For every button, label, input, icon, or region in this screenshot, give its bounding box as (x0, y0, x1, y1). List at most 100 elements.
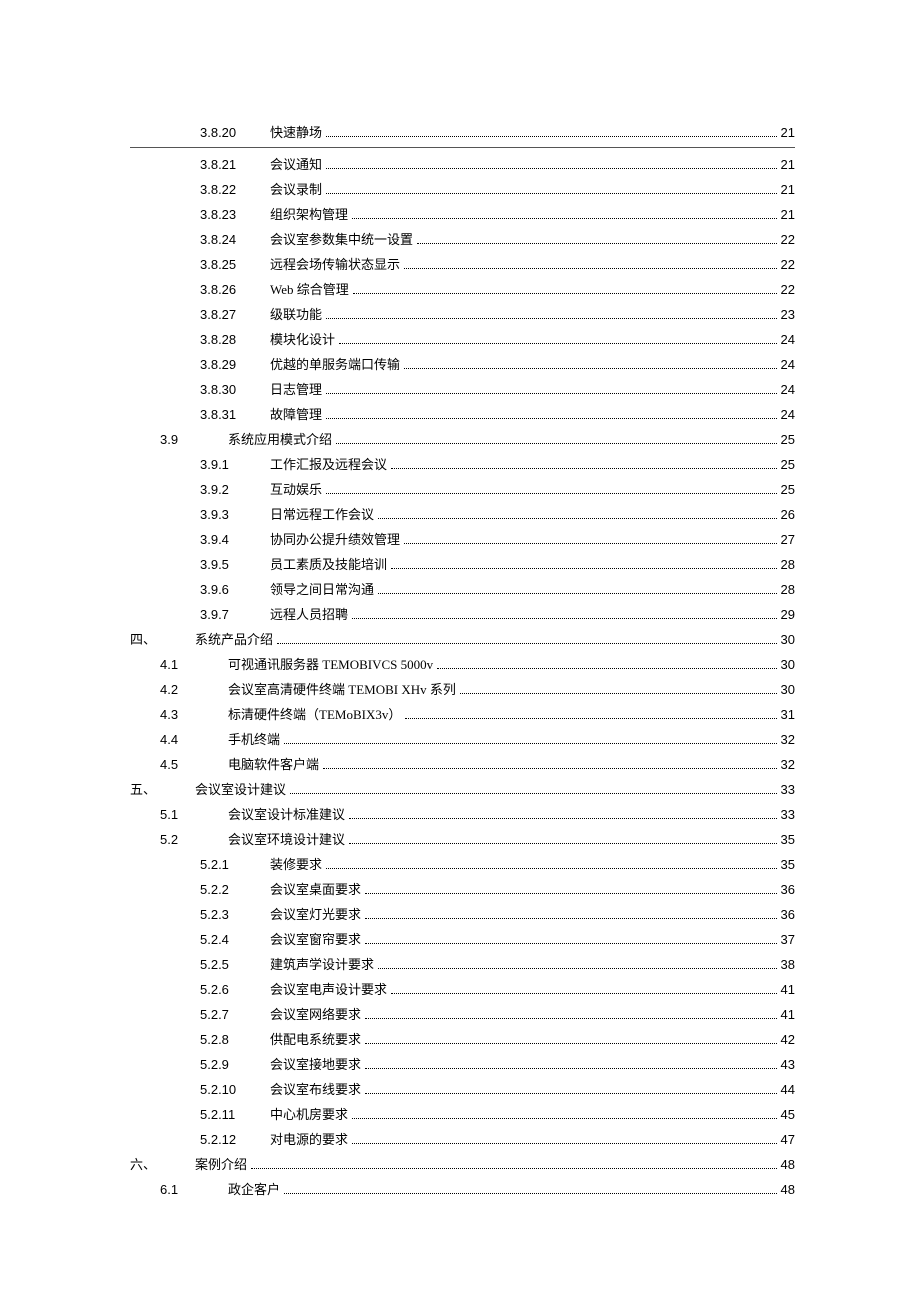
toc-entry-title: 建筑声学设计要求 (270, 952, 374, 977)
toc-entry-title: 对电源的要求 (270, 1127, 348, 1152)
toc-entry-number: 5.2.7 (200, 1002, 270, 1027)
toc-dot-leader (353, 284, 777, 294)
toc-entry-number: 3.8.31 (200, 402, 270, 427)
toc-entry[interactable]: 5.2.9会议室接地要求43 (130, 1052, 795, 1077)
toc-entry-number: 3.8.21 (200, 152, 270, 177)
toc-entry-number: 六、 (130, 1152, 195, 1177)
toc-entry[interactable]: 5.2.2会议室桌面要求36 (130, 877, 795, 902)
toc-dot-leader (251, 1159, 777, 1169)
toc-entry[interactable]: 5.2.6会议室电声设计要求41 (130, 977, 795, 1002)
toc-entry[interactable]: 4.1可视通讯服务器 TEMOBIVCS 5000v30 (130, 652, 795, 677)
toc-entry-page: 33 (781, 802, 795, 827)
toc-entry[interactable]: 3.9.1工作汇报及远程会议25 (130, 452, 795, 477)
toc-entry[interactable]: 3.8.27级联功能23 (130, 302, 795, 327)
toc-entry-title: 会议录制 (270, 177, 322, 202)
toc-entry[interactable]: 5.2.4会议室窗帘要求 37 (130, 927, 795, 952)
toc-entry[interactable]: 5.2.11中心机房要求45 (130, 1102, 795, 1127)
toc-entry[interactable]: 3.8.24会议室参数集中统一设置22 (130, 227, 795, 252)
toc-dot-leader (404, 259, 777, 269)
toc-entry-page: 30 (781, 652, 795, 677)
toc-entry-title: 会议室网络要求 (270, 1002, 361, 1027)
toc-entry-number: 4.2 (160, 677, 228, 702)
toc-entry[interactable]: 5.2.8供配电系统要求 42 (130, 1027, 795, 1052)
toc-entry-number: 5.2.8 (200, 1027, 270, 1052)
toc-entry-page: 31 (781, 702, 795, 727)
toc-dot-leader (352, 1134, 777, 1144)
toc-entry[interactable]: 5.2.7会议室网络要求41 (130, 1002, 795, 1027)
toc-entry[interactable]: 3.9系统应用模式介绍25 (130, 427, 795, 452)
toc-dot-leader (323, 759, 777, 769)
toc-entry-page: 35 (781, 827, 795, 852)
toc-entry[interactable]: 3.9.5员工素质及技能培训28 (130, 552, 795, 577)
toc-entry-page: 33 (781, 777, 795, 802)
toc-entry-number: 5.2.6 (200, 977, 270, 1002)
toc-entry-page: 22 (781, 252, 795, 277)
toc-entry[interactable]: 5.2会议室环境设计建议35 (130, 827, 795, 852)
toc-entry-number: 3.9.6 (200, 577, 270, 602)
toc-entry[interactable]: 4.4手机终端32 (130, 727, 795, 752)
toc-entry[interactable]: 3.8.20快速静场21 (130, 120, 795, 148)
toc-entry-title: 会议室参数集中统一设置 (270, 227, 413, 252)
toc-entry-number: 4.3 (160, 702, 228, 727)
toc-entry[interactable]: 五、会议室设计建议33 (130, 777, 795, 802)
toc-entry[interactable]: 3.9.4协同办公提升绩效管理27 (130, 527, 795, 552)
toc-entry-page: 30 (781, 627, 795, 652)
toc-entry[interactable]: 3.9.7远程人员招聘29 (130, 602, 795, 627)
toc-entry-number: 3.8.22 (200, 177, 270, 202)
toc-entry[interactable]: 3.8.31故障管理24 (130, 402, 795, 427)
toc-entry-page: 38 (781, 952, 795, 977)
toc-entry[interactable]: 5.2.5建筑声学设计要求38 (130, 952, 795, 977)
toc-dot-leader (284, 734, 777, 744)
toc-entry[interactable]: 5.2.1装修要求35 (130, 852, 795, 877)
toc-entry[interactable]: 3.8.25远程会场传输状态显示22 (130, 252, 795, 277)
toc-entry[interactable]: 5.2.3会议室灯光要求36 (130, 902, 795, 927)
toc-entry[interactable]: 3.8.29优越的单服务端口传输24 (130, 352, 795, 377)
toc-entry-number: 五、 (130, 777, 195, 802)
toc-entry-title: 会议室窗帘要求 (270, 927, 361, 952)
toc-entry[interactable]: 4.5电脑软件客户端32 (130, 752, 795, 777)
toc-entry-number: 3.8.27 (200, 302, 270, 327)
toc-entry[interactable]: 5.2.10会议室布线要求44 (130, 1077, 795, 1102)
toc-entry-number: 5.2.9 (200, 1052, 270, 1077)
toc-entry-page: 22 (781, 227, 795, 252)
toc-dot-leader (365, 1059, 777, 1069)
toc-entry-page: 44 (781, 1077, 795, 1102)
toc-dot-leader (391, 559, 777, 569)
toc-entry-page: 26 (781, 502, 795, 527)
toc-entry[interactable]: 3.8.26Web 综合管理22 (130, 277, 795, 302)
toc-entry-title: 会议室布线要求 (270, 1077, 361, 1102)
toc-entry[interactable]: 六、案例介绍48 (130, 1152, 795, 1177)
toc-entry[interactable]: 6.1政企客户48 (130, 1177, 795, 1202)
toc-entry-page: 21 (781, 177, 795, 202)
toc-entry-title: 供配电系统要求 (270, 1027, 361, 1052)
toc-entry-page: 21 (781, 152, 795, 177)
toc-entry-page: 25 (781, 477, 795, 502)
toc-entry[interactable]: 3.9.3日常远程工作会议26 (130, 502, 795, 527)
toc-entry-page: 24 (781, 402, 795, 427)
toc-entry-number: 5.2.4 (200, 927, 270, 952)
toc-entry[interactable]: 5.1会议室设计标准建议33 (130, 802, 795, 827)
toc-entry[interactable]: 四、系统产品介绍30 (130, 627, 795, 652)
toc-entry[interactable]: 3.8.23组织架构管理21 (130, 202, 795, 227)
toc-entry[interactable]: 3.8.22会议录制 21 (130, 177, 795, 202)
toc-entry[interactable]: 3.8.30日志管理24 (130, 377, 795, 402)
toc-entry[interactable]: 4.3标清硬件终端（TEMoBIX3v）31 (130, 702, 795, 727)
toc-dot-leader (352, 609, 777, 619)
toc-entry-title: 案例介绍 (195, 1152, 247, 1177)
toc-entry-page: 29 (781, 602, 795, 627)
toc-entry[interactable]: 3.9.6领导之间日常沟通28 (130, 577, 795, 602)
toc-entry[interactable]: 3.9.2互动娱乐25 (130, 477, 795, 502)
toc-entry-page: 42 (781, 1027, 795, 1052)
toc-dot-leader (404, 534, 777, 544)
toc-entry-title: 系统产品介绍 (195, 627, 273, 652)
toc-entry-page: 37 (781, 927, 795, 952)
toc-entry-number: 3.8.23 (200, 202, 270, 227)
toc-entry-page: 25 (781, 427, 795, 452)
toc-entry[interactable]: 3.8.21会议通知21 (130, 152, 795, 177)
toc-page: 3.8.20快速静场213.8.21会议通知213.8.22会议录制213.8.… (0, 0, 920, 1301)
toc-entry[interactable]: 5.2.12对电源的要求47 (130, 1127, 795, 1152)
toc-entry[interactable]: 4.2会议室高清硬件终端 TEMOBI XHv 系列30 (130, 677, 795, 702)
toc-dot-leader (365, 909, 777, 919)
toc-dot-leader (326, 127, 777, 137)
toc-entry[interactable]: 3.8.28模块化设计24 (130, 327, 795, 352)
